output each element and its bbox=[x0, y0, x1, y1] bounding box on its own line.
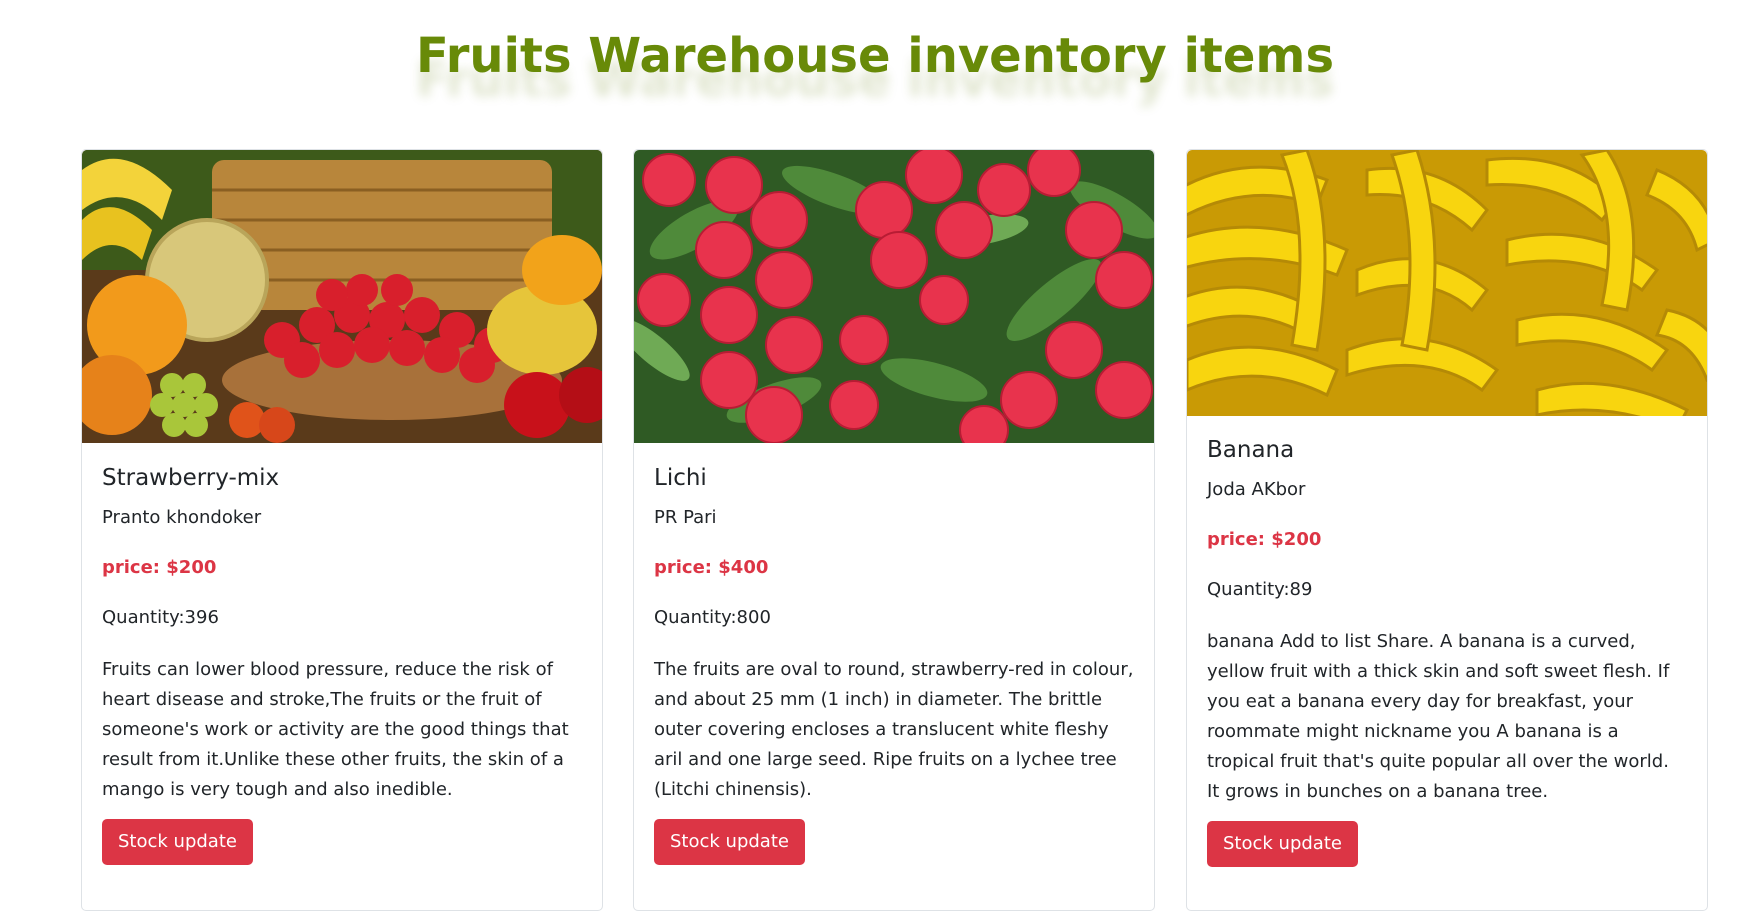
stock-update-button[interactable]: Stock update bbox=[654, 819, 805, 865]
bananas-image bbox=[1187, 150, 1707, 416]
card-body: Strawberry-mix Pranto khondoker price: $… bbox=[102, 463, 582, 865]
card-body: Lichi PR Pari price: $400 Quantity:800 T… bbox=[654, 463, 1134, 865]
lychee-image bbox=[634, 150, 1154, 443]
inventory-card-lichi: Lichi PR Pari price: $400 Quantity:800 T… bbox=[633, 149, 1155, 911]
stock-update-button[interactable]: Stock update bbox=[102, 819, 253, 865]
item-quantity: Quantity:800 bbox=[654, 607, 771, 628]
stock-update-button[interactable]: Stock update bbox=[1207, 821, 1358, 867]
item-name: Strawberry-mix bbox=[102, 465, 280, 491]
item-price: price: $400 bbox=[654, 557, 769, 578]
supplier-name: PR Pari bbox=[654, 507, 717, 528]
fruit-basket-image bbox=[82, 150, 602, 443]
item-description: banana Add to list Share. A banana is a … bbox=[1207, 631, 1670, 802]
item-description: The fruits are oval to round, strawberry… bbox=[654, 659, 1134, 800]
item-price: price: $200 bbox=[1207, 529, 1322, 550]
item-description: Fruits can lower blood pressure, reduce … bbox=[102, 659, 569, 800]
item-price: price: $200 bbox=[102, 557, 217, 578]
inventory-card-banana: Banana Joda AKbor price: $200 Quantity:8… bbox=[1186, 149, 1708, 911]
supplier-name: Pranto khondoker bbox=[102, 507, 262, 528]
item-quantity: Quantity:396 bbox=[102, 607, 219, 628]
item-name: Lichi bbox=[654, 465, 707, 491]
item-name: Banana bbox=[1207, 437, 1295, 463]
card-body: Banana Joda AKbor price: $200 Quantity:8… bbox=[1207, 435, 1687, 867]
item-quantity: Quantity:89 bbox=[1207, 579, 1313, 600]
supplier-name: Joda AKbor bbox=[1207, 479, 1306, 500]
page-title: Fruits Warehouse inventory items bbox=[415, 28, 1335, 84]
inventory-card-strawberry-mix: Strawberry-mix Pranto khondoker price: $… bbox=[81, 149, 603, 911]
